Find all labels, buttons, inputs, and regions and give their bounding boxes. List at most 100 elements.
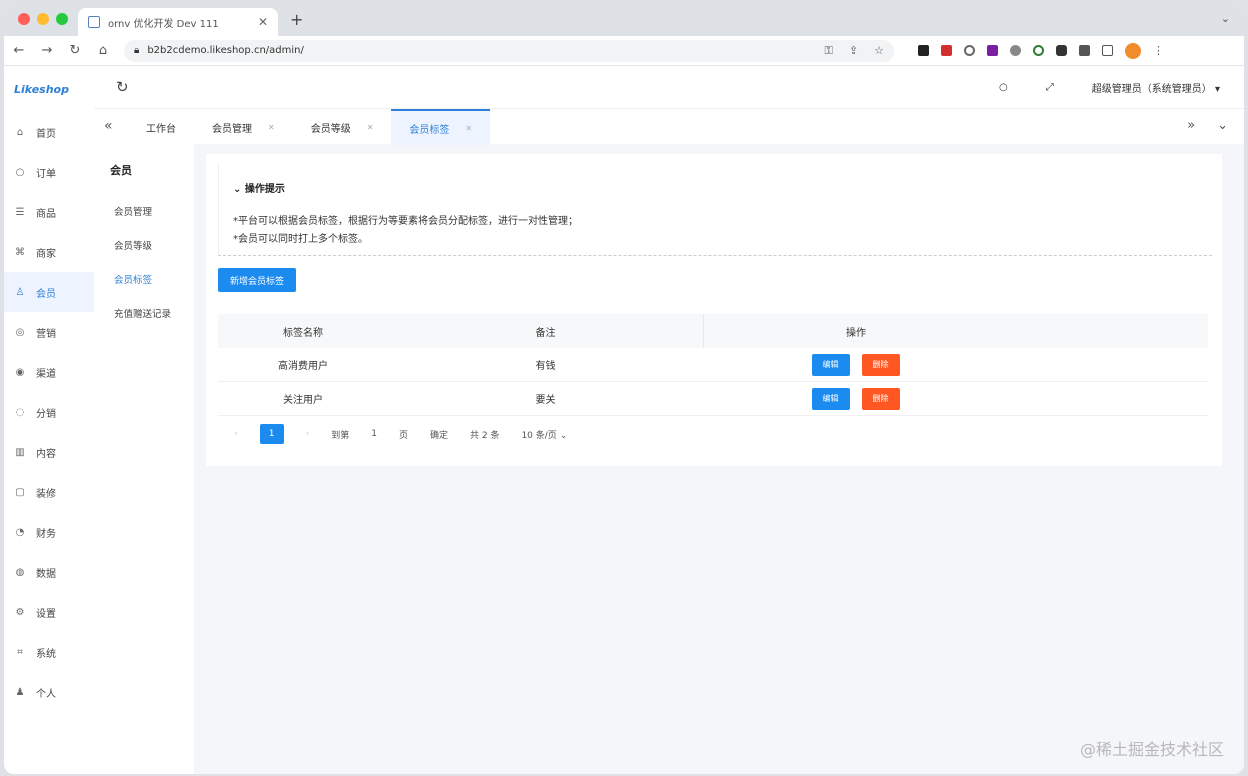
tag-name-cell: 高消费用户 bbox=[278, 361, 328, 372]
add-tag-button[interactable]: 新增会员标签 bbox=[218, 268, 296, 292]
extension-icon[interactable] bbox=[941, 45, 952, 56]
browser-tab-title: ornv 优化开发 Dev 111 bbox=[108, 18, 219, 30]
sidebar-item[interactable]: ♙ 会员 bbox=[4, 272, 94, 312]
key-icon[interactable]: ⚿ bbox=[825, 44, 833, 58]
sidebar-item[interactable]: ◔ 财务 bbox=[4, 512, 94, 552]
profile-avatar[interactable] bbox=[1125, 42, 1141, 59]
column-header-remark: 备注 bbox=[535, 327, 556, 339]
user-name: 超级管理员（系统管理员） bbox=[1091, 84, 1212, 95]
window-controls bbox=[18, 13, 68, 25]
submenu-item[interactable]: 会员标签 bbox=[94, 264, 194, 298]
minimize-window-button[interactable] bbox=[37, 13, 49, 25]
sidebar-item[interactable]: ⌂ 首页 bbox=[4, 112, 94, 152]
edit-button[interactable]: 编辑 bbox=[811, 353, 850, 376]
extension-icon[interactable] bbox=[1010, 45, 1021, 56]
puzzle-icon[interactable] bbox=[1079, 45, 1090, 56]
submenu-item[interactable]: 充值赠送记录 bbox=[94, 298, 194, 332]
chevron-down-icon: ⌄ bbox=[559, 430, 568, 441]
sidebar-item[interactable]: ◉ 渠道 bbox=[4, 352, 94, 392]
sidebar-item[interactable]: ☰ 商品 bbox=[4, 192, 94, 232]
user-menu[interactable]: 超级管理员（系统管理员） ▾ bbox=[1092, 80, 1220, 95]
submenu-item[interactable]: 会员等级 bbox=[94, 230, 194, 264]
tips-header[interactable]: ⌄ 操作提示 bbox=[233, 180, 285, 195]
close-tab-icon[interactable]: ✕ bbox=[367, 123, 374, 132]
page-tab[interactable]: 工作台 bbox=[128, 109, 194, 145]
close-tab-icon[interactable]: ✕ bbox=[258, 15, 268, 29]
column-header-name: 标签名称 bbox=[283, 327, 323, 339]
extension-icon[interactable] bbox=[964, 45, 975, 56]
sidebar-item-label: 系统 bbox=[36, 648, 56, 660]
forward-icon[interactable]: → bbox=[40, 43, 54, 58]
page-size-select[interactable]: 10 条/页 ⌄ bbox=[521, 428, 567, 441]
edit-button[interactable]: 编辑 bbox=[811, 387, 850, 410]
page-input[interactable]: 1 bbox=[371, 429, 377, 439]
refresh-icon[interactable]: ↻ bbox=[116, 78, 129, 96]
content-icon: ▥ bbox=[15, 446, 25, 458]
sidebar-item-label: 装修 bbox=[36, 488, 56, 500]
scroll-right-icon[interactable]: » bbox=[1187, 118, 1195, 133]
sidebar-item[interactable]: ⌘ 商家 bbox=[4, 232, 94, 272]
sidepanel-icon[interactable] bbox=[1102, 45, 1113, 56]
close-window-button[interactable] bbox=[18, 13, 30, 25]
sidebar-item-label: 分销 bbox=[36, 408, 56, 420]
page-tab[interactable]: 会员等级 ✕ bbox=[293, 109, 392, 145]
expand-icon[interactable]: ⤢ bbox=[1046, 82, 1054, 93]
page-tab[interactable]: 会员管理 ✕ bbox=[194, 109, 293, 145]
delete-button[interactable]: 删除 bbox=[861, 353, 900, 376]
close-tab-icon[interactable]: ✕ bbox=[465, 124, 472, 133]
browser-menu-icon[interactable]: ⋮ bbox=[1153, 44, 1164, 57]
logo: Likeshop bbox=[14, 82, 69, 96]
browser-tabstrip: ornv 优化开发 Dev 111 ✕ + ⌄ bbox=[4, 2, 1244, 36]
new-tab-icon[interactable]: + bbox=[290, 10, 303, 29]
sidebar-item-label: 个人 bbox=[36, 688, 56, 700]
sidebar-item[interactable]: ▢ 装修 bbox=[4, 472, 94, 512]
sidebar-item[interactable]: ◍ 数据 bbox=[4, 552, 94, 592]
sidebar-item[interactable]: ○ 订单 bbox=[4, 152, 94, 192]
browser-tab[interactable]: ornv 优化开发 Dev 111 ✕ bbox=[78, 8, 278, 36]
share-icon[interactable]: ⇪ bbox=[849, 44, 858, 58]
tab-search-icon[interactable]: ⌄ bbox=[1221, 12, 1230, 25]
sidebar-item[interactable]: ◎ 营销 bbox=[4, 312, 94, 352]
shop-icon: ⌘ bbox=[15, 246, 25, 258]
address-bar[interactable]: 🔒︎ b2b2cdemo.likeshop.cn/admin/ ⚿ ⇪ ☆ bbox=[124, 39, 894, 62]
decoration-icon: ▢ bbox=[15, 486, 25, 498]
page-tabs: 工作台 会员管理 ✕ 会员等级 ✕ 会员标签 ✕ bbox=[128, 109, 491, 145]
submenu-item[interactable]: 会员管理 bbox=[94, 196, 194, 230]
page-tab[interactable]: 会员标签 ✕ bbox=[391, 109, 491, 145]
extension-icon[interactable] bbox=[1056, 45, 1067, 56]
sidebar-item[interactable]: ♟ 个人 bbox=[4, 672, 94, 712]
main-content: ⌄ 操作提示 *平台可以根据会员标签，根据行为等要素将会员分配标签，进行一对性管… bbox=[206, 154, 1222, 466]
table-row: 高消费用户 有钱 编辑 删除 bbox=[218, 348, 1208, 382]
reload-icon[interactable]: ↻ bbox=[68, 43, 82, 58]
home-browser-icon[interactable]: ⌂ bbox=[96, 43, 110, 58]
sidebar-item[interactable]: ▥ 内容 bbox=[4, 432, 94, 472]
close-tab-icon[interactable]: ✕ bbox=[268, 123, 275, 132]
chevron-down-icon: ⌄ bbox=[233, 184, 242, 195]
sidebar-item-label: 订单 bbox=[36, 168, 56, 180]
delete-button[interactable]: 删除 bbox=[861, 387, 900, 410]
prev-page-icon[interactable]: ‹ bbox=[234, 429, 238, 439]
lock-icon: 🔒︎ bbox=[134, 45, 140, 56]
sidebar-item-label: 数据 bbox=[36, 568, 56, 580]
tabs-menu-icon[interactable]: ⌄ bbox=[1217, 118, 1228, 133]
sidebar-item[interactable]: ◌ 分销 bbox=[4, 392, 94, 432]
sidebar-item[interactable]: ⌗ 系统 bbox=[4, 632, 94, 672]
sub-sidebar: 会员 会员管理 会员等级 会员标签 充值赠送记录 bbox=[94, 144, 194, 774]
sidebar-item[interactable]: ⚙ 设置 bbox=[4, 592, 94, 632]
extension-icon[interactable] bbox=[918, 45, 929, 56]
confirm-page-button[interactable]: 确定 bbox=[430, 428, 448, 441]
next-page-icon[interactable]: › bbox=[306, 429, 310, 439]
finance-icon: ◔ bbox=[15, 526, 25, 538]
maximize-window-button[interactable] bbox=[56, 13, 68, 25]
order-icon: ○ bbox=[15, 166, 25, 178]
collapse-left-icon[interactable]: « bbox=[104, 118, 113, 134]
extension-icon[interactable] bbox=[987, 45, 998, 56]
back-icon[interactable]: ← bbox=[12, 43, 26, 58]
remark-cell: 要关 bbox=[535, 395, 556, 406]
bookmark-star-icon[interactable]: ☆ bbox=[874, 44, 884, 58]
table-header: 标签名称 备注 操作 bbox=[218, 314, 1208, 348]
tips-panel: ⌄ 操作提示 *平台可以根据会员标签，根据行为等要素将会员分配标签，进行一对性管… bbox=[218, 164, 1212, 256]
current-page-button[interactable]: 1 bbox=[259, 424, 284, 444]
fullscreen-toggle-icon[interactable]: ○ bbox=[999, 82, 1008, 93]
extension-icon[interactable] bbox=[1033, 45, 1044, 56]
